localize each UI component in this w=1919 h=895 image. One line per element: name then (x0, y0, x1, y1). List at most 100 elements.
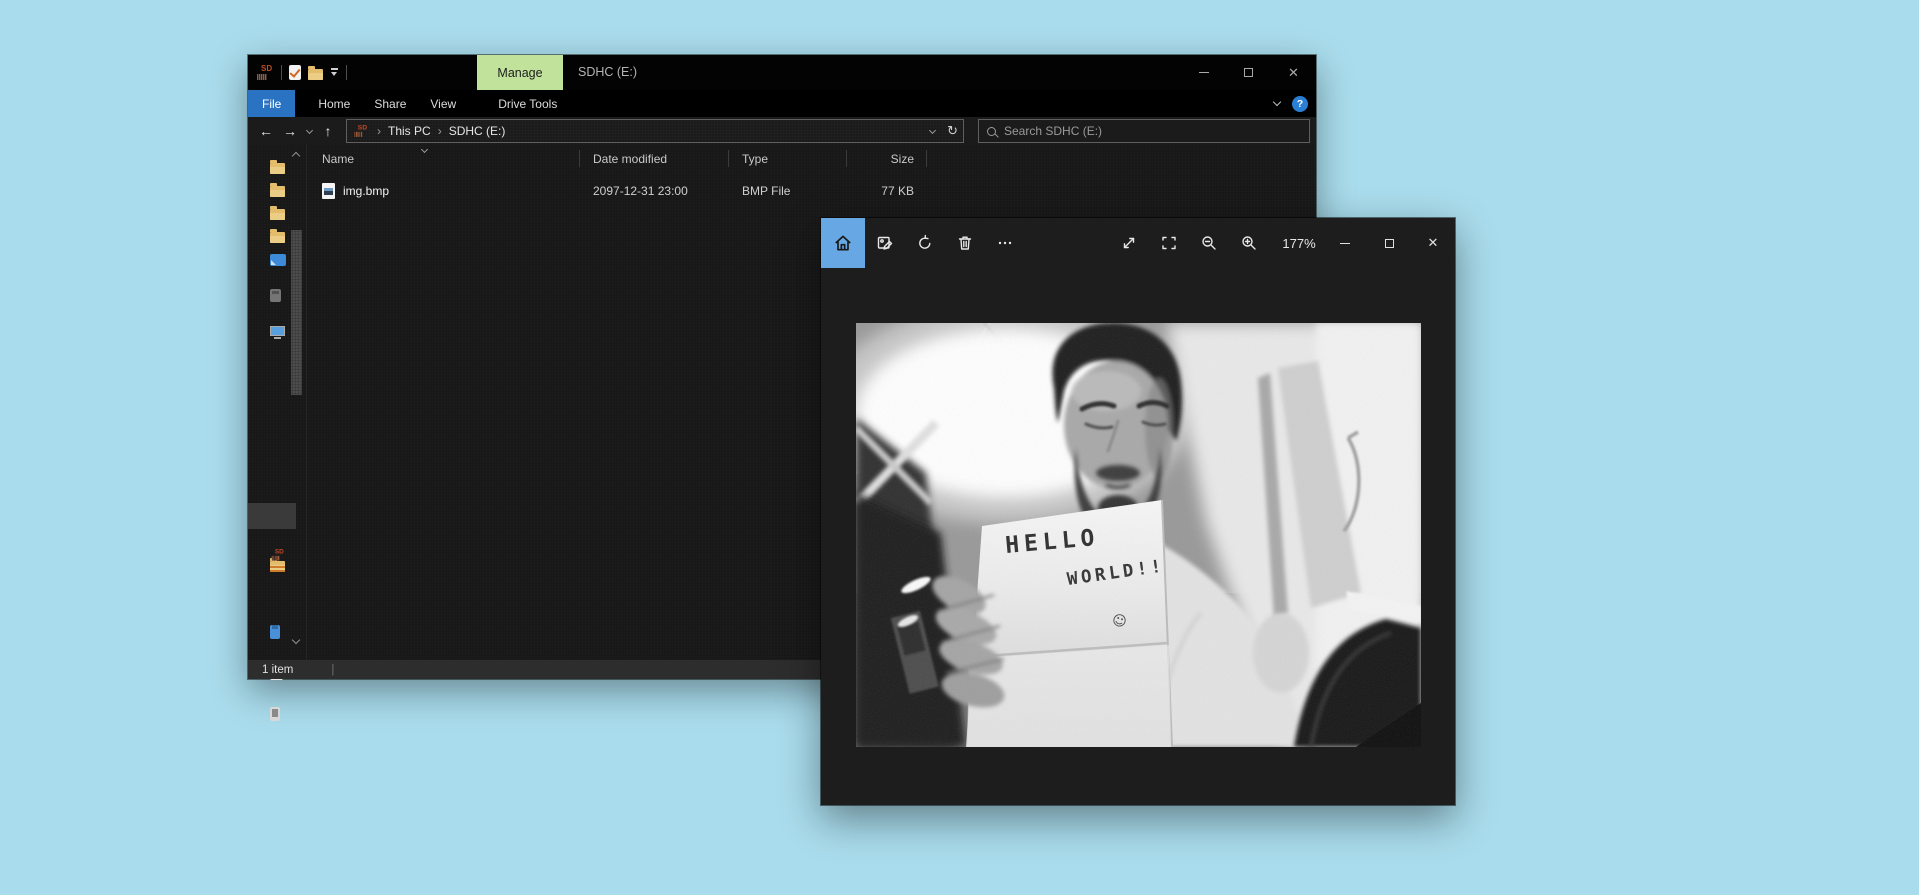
column-header-date[interactable]: Date modified (579, 152, 728, 166)
minimize-button[interactable] (1181, 55, 1226, 90)
photos-toolbar: 177% ✕ (821, 218, 1455, 268)
column-headers: Name Date modified Type Size (308, 145, 1316, 172)
nav-scrollbar[interactable] (289, 145, 303, 660)
maximize-icon (1244, 68, 1253, 77)
breadcrumb-drive[interactable]: SDHC (E:) (449, 124, 506, 138)
nav-this-pc-icon[interactable] (270, 326, 285, 336)
zoom-out-button[interactable] (1189, 218, 1229, 268)
bmp-file-icon (322, 183, 335, 199)
photos-caption-buttons: ✕ (1323, 218, 1455, 268)
sd-card-icon: SD (257, 65, 274, 81)
breadcrumb-separator: › (377, 124, 381, 138)
close-icon: ✕ (1428, 235, 1439, 251)
tab-share[interactable]: Share (362, 90, 418, 117)
file-date: 2097-12-31 23:00 (579, 184, 728, 198)
nav-sd-card-icon[interactable]: SD (272, 549, 286, 562)
address-bar[interactable]: SD › This PC › SDHC (E:) ↻ (346, 119, 964, 143)
table-row[interactable]: img.bmp 2097-12-31 23:00 BMP File 77 KB (308, 177, 1316, 205)
search-input[interactable] (1004, 124, 1301, 138)
column-header-type[interactable]: Type (728, 152, 846, 166)
home-icon (833, 233, 853, 253)
zoom-in-button[interactable] (1229, 218, 1269, 268)
zoom-out-icon (1200, 234, 1218, 252)
scrollbar-thumb[interactable] (291, 230, 302, 395)
trash-icon (956, 234, 974, 252)
nav-selected-drive-icon[interactable] (270, 254, 286, 266)
new-folder-icon[interactable] (308, 69, 323, 80)
nav-phone-icon[interactable] (270, 707, 280, 721)
file-name: img.bmp (343, 184, 389, 198)
rotate-button[interactable] (905, 218, 945, 268)
actual-size-icon (1120, 234, 1138, 252)
recent-locations-chevron-icon[interactable] (302, 130, 316, 133)
status-divider: | (331, 664, 334, 676)
close-button[interactable]: ✕ (1411, 218, 1455, 268)
qat-dropdown-icon[interactable] (330, 68, 339, 77)
actual-size-button[interactable] (1109, 218, 1149, 268)
close-button[interactable]: ✕ (1271, 55, 1316, 90)
separator (281, 65, 282, 80)
nav-folder-icon[interactable] (270, 209, 285, 220)
explorer-caption-buttons: ✕ (1181, 55, 1316, 90)
edit-image-icon (876, 234, 894, 252)
nav-device-icon[interactable] (270, 289, 281, 302)
nav-usb-drive-icon[interactable] (270, 625, 280, 639)
file-size: 77 KB (846, 184, 926, 198)
sd-card-icon: SD (354, 124, 368, 138)
delete-button[interactable] (945, 218, 985, 268)
see-more-button[interactable] (985, 218, 1025, 268)
maximize-icon (1385, 239, 1394, 248)
breadcrumb-separator: › (438, 124, 442, 138)
refresh-icon[interactable]: ↻ (947, 123, 958, 139)
collapse-ribbon-chevron-icon[interactable] (1273, 98, 1281, 106)
webcam-photo: HELLO WORLD!! ☺ (856, 323, 1421, 747)
help-icon[interactable]: ? (1292, 96, 1308, 112)
navigation-pane[interactable]: SD (248, 145, 307, 660)
tab-view[interactable]: View (418, 90, 468, 117)
zoom-level[interactable]: 177% (1277, 236, 1321, 251)
minimize-button[interactable] (1323, 218, 1367, 268)
maximize-button[interactable] (1226, 55, 1271, 90)
window-title: SDHC (E:) (578, 55, 637, 90)
breadcrumb-this-pc[interactable]: This PC (388, 124, 431, 138)
nav-folder-icon[interactable] (270, 186, 285, 197)
up-button[interactable]: ↑ (316, 123, 340, 139)
see-more-dots-icon (996, 234, 1014, 252)
search-icon (987, 127, 996, 136)
scroll-up-icon[interactable] (292, 152, 300, 160)
forward-button[interactable]: → (278, 123, 302, 139)
home-button[interactable] (821, 218, 865, 268)
address-bar-row: ← → ↑ SD › This PC › SDHC (E:) ↻ (248, 117, 1316, 145)
column-header-size[interactable]: Size (846, 152, 926, 166)
fit-to-window-icon (1160, 234, 1178, 252)
close-icon: ✕ (1288, 65, 1299, 81)
tab-drive-tools[interactable]: Drive Tools (485, 90, 570, 117)
file-type: BMP File (728, 184, 846, 198)
manage-contextual-tab[interactable]: Manage (477, 55, 563, 90)
item-count: 1 item (262, 664, 293, 676)
properties-check-icon[interactable] (289, 65, 301, 80)
back-button[interactable]: ← (254, 123, 278, 139)
explorer-titlebar[interactable]: SD Manage SDHC (E:) ✕ (248, 55, 1316, 90)
zoom-in-icon (1240, 234, 1258, 252)
minimize-icon (1199, 72, 1209, 73)
quick-access-toolbar: SD (248, 65, 347, 81)
scroll-down-icon[interactable] (292, 636, 300, 644)
column-header-name[interactable]: Name (308, 152, 579, 166)
edit-image-button[interactable] (865, 218, 905, 268)
search-box[interactable] (978, 119, 1310, 143)
photos-app-window: 177% ✕ (821, 218, 1455, 805)
nav-downloads-folder-icon[interactable] (270, 561, 285, 572)
fit-to-window-button[interactable] (1149, 218, 1189, 268)
desktop: SD Manage SDHC (E:) ✕ File Home Share Vi… (0, 0, 1919, 895)
tab-home[interactable]: Home (306, 90, 362, 117)
separator (346, 65, 347, 80)
ribbon-tab-bar: File Home Share View Drive Tools ? (248, 90, 1316, 117)
tab-file[interactable]: File (248, 90, 295, 117)
nav-folder-icon[interactable] (270, 232, 285, 243)
photo-canvas[interactable]: HELLO WORLD!! ☺ (856, 323, 1421, 747)
address-dropdown-chevron-icon[interactable] (929, 126, 936, 133)
nav-folder-icon[interactable] (270, 163, 285, 174)
minimize-icon (1340, 243, 1350, 244)
maximize-button[interactable] (1367, 218, 1411, 268)
